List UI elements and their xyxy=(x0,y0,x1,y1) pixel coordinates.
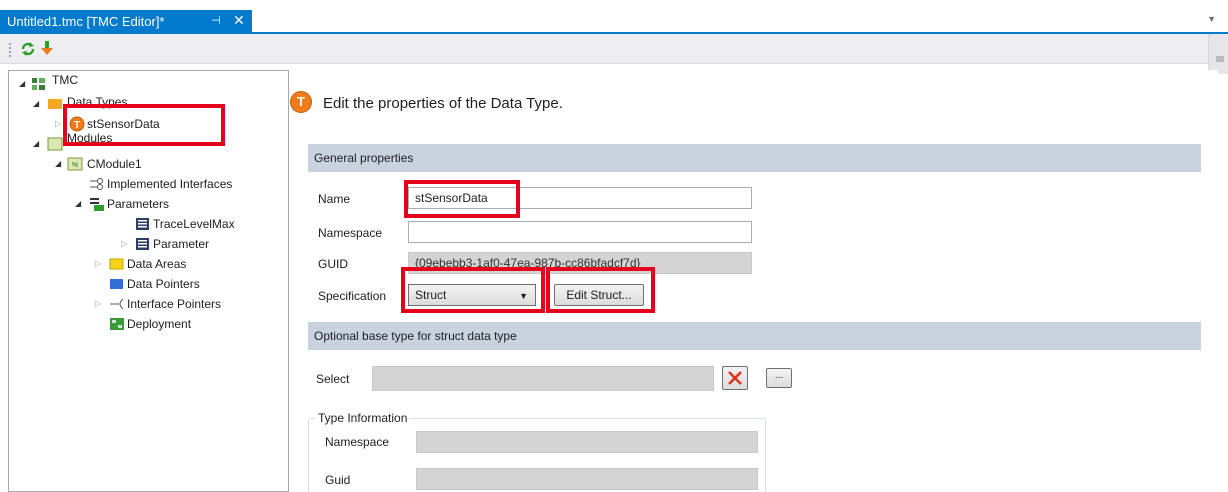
select-label: Select xyxy=(316,372,350,386)
tmc-icon xyxy=(31,77,47,91)
editor-header: T Edit the properties of the Data Type. xyxy=(290,88,890,118)
svg-text:%: % xyxy=(72,162,78,169)
tree-node-label: Deployment xyxy=(127,317,192,331)
tree-node-label: Modules xyxy=(67,131,113,145)
data-types-icon xyxy=(47,97,63,111)
collapse-arrow-icon[interactable]: ◢ xyxy=(19,75,29,93)
tree-node-data-areas[interactable]: ▷ Data Areas xyxy=(9,255,279,273)
ti-namespace-label: Namespace xyxy=(325,435,390,449)
tree-node-label: Implemented Interfaces xyxy=(107,177,233,191)
clear-button[interactable] xyxy=(722,366,748,390)
dropdown-arrow-icon: ▼ xyxy=(519,291,528,301)
expand-arrow-icon[interactable]: ▷ xyxy=(95,255,105,273)
close-icon[interactable]: ✕ xyxy=(233,12,245,29)
editor-header-text: Edit the properties of the Data Type. xyxy=(323,95,563,112)
tab-list-dropdown-icon[interactable]: ▼ xyxy=(1207,14,1216,24)
edit-struct-button[interactable]: Edit Struct... xyxy=(554,284,644,306)
tree-node-label: Data Types xyxy=(67,95,128,109)
namespace-label: Namespace xyxy=(318,226,383,240)
specification-dropdown[interactable]: Struct ▼ xyxy=(408,284,536,306)
guid-field: {09ebebb3-1af0-47ea-987b-cc86bfadcf7d} xyxy=(408,252,752,274)
expand-arrow-icon[interactable]: ▷ xyxy=(55,115,65,133)
tree-node-label: Parameter xyxy=(153,237,210,251)
tree-node-st-sensor-data[interactable]: ▷ T stSensorData xyxy=(9,115,279,133)
specification-value: Struct xyxy=(415,288,447,302)
tree-node-implemented-interfaces[interactable]: Implemented Interfaces xyxy=(9,175,288,193)
parameter-icon xyxy=(135,237,151,251)
browse-button[interactable]: ... xyxy=(766,368,792,388)
interface-pointer-icon xyxy=(109,297,125,311)
tab-tmc-editor[interactable]: Untitled1.tmc [TMC Editor]* ⊣ ✕ xyxy=(0,10,252,34)
tree-node-label: Parameters xyxy=(107,197,170,211)
collapse-arrow-icon[interactable]: ◢ xyxy=(75,195,85,213)
name-label: Name xyxy=(318,192,351,206)
data-type-badge-icon: T xyxy=(290,91,312,113)
data-type-icon: T xyxy=(69,116,85,132)
data-pointers-icon xyxy=(109,277,125,291)
type-information-group: Type Information Namespace Guid xyxy=(308,411,766,492)
add-arrow-icon[interactable] xyxy=(38,40,56,58)
general-properties-section: General properties xyxy=(308,144,1201,172)
type-information-legend: Type Information xyxy=(315,411,411,425)
tree-node-label: TraceLevelMax xyxy=(153,217,235,231)
interface-icon xyxy=(89,177,105,191)
name-field[interactable]: stSensorData xyxy=(408,187,752,209)
tree-node-parameters[interactable]: ◢ Parameters xyxy=(9,195,279,213)
deployment-icon xyxy=(109,317,125,331)
tmc-tree-view[interactable]: ◢ TMC ◢ Data Types ▷ T stSensorData ◢ Mo… xyxy=(8,70,289,492)
tree-node-label: CModule1 xyxy=(87,157,142,171)
module-icon: % xyxy=(67,157,83,171)
scroll-corner xyxy=(1208,34,1228,74)
document-tab-strip: Untitled1.tmc [TMC Editor]* ⊣ ✕ ▼ xyxy=(0,0,1228,34)
namespace-field[interactable] xyxy=(408,221,752,243)
parameter-icon xyxy=(135,217,151,231)
clear-x-icon xyxy=(723,371,747,392)
expand-arrow-icon[interactable]: ▷ xyxy=(95,295,105,313)
tree-node-interface-pointers[interactable]: ▷ Interface Pointers xyxy=(9,295,279,313)
editor-toolbar xyxy=(0,34,1228,64)
ti-namespace-field xyxy=(416,431,758,453)
tab-title: Untitled1.tmc [TMC Editor]* xyxy=(7,14,165,29)
ti-guid-field xyxy=(416,468,758,490)
pin-icon[interactable]: ⊣ xyxy=(211,14,221,27)
tree-node-label: TMC xyxy=(52,73,78,87)
guid-label: GUID xyxy=(318,257,348,271)
tree-node-tmc[interactable]: ◢ TMC xyxy=(9,73,279,93)
toolbar-grip[interactable] xyxy=(8,42,12,58)
expand-arrow-icon[interactable]: ▷ xyxy=(121,235,131,253)
tree-node-label: Interface Pointers xyxy=(127,297,222,311)
ti-guid-label: Guid xyxy=(325,473,351,487)
collapse-arrow-icon[interactable]: ◢ xyxy=(33,95,43,113)
reload-icon[interactable] xyxy=(19,40,37,58)
tree-node-data-pointers[interactable]: Data Pointers xyxy=(9,275,279,293)
collapse-arrow-icon[interactable]: ◢ xyxy=(33,135,43,153)
specification-label: Specification xyxy=(318,289,387,303)
base-type-section: Optional base type for struct data type xyxy=(308,322,1201,350)
tree-node-data-types[interactable]: ◢ Data Types xyxy=(9,95,279,113)
modules-icon xyxy=(47,137,63,151)
tree-node-trace-level-max[interactable]: TraceLevelMax xyxy=(9,215,279,233)
data-areas-icon xyxy=(109,257,125,271)
tree-node-cmodule1[interactable]: ◢ % CModule1 xyxy=(9,155,279,173)
tree-node-modules[interactable]: ◢ Modules xyxy=(9,131,279,153)
tree-node-parameter[interactable]: ▷ Parameter xyxy=(9,235,279,253)
data-type-editor: T Edit the properties of the Data Type. … xyxy=(290,70,1218,492)
tree-node-label: Data Pointers xyxy=(127,277,200,291)
collapse-arrow-icon[interactable]: ◢ xyxy=(55,155,65,173)
parameters-icon xyxy=(89,197,105,211)
tree-node-deployment[interactable]: Deployment xyxy=(9,315,279,333)
tree-node-label: Data Areas xyxy=(127,257,187,271)
base-type-field xyxy=(372,366,714,391)
